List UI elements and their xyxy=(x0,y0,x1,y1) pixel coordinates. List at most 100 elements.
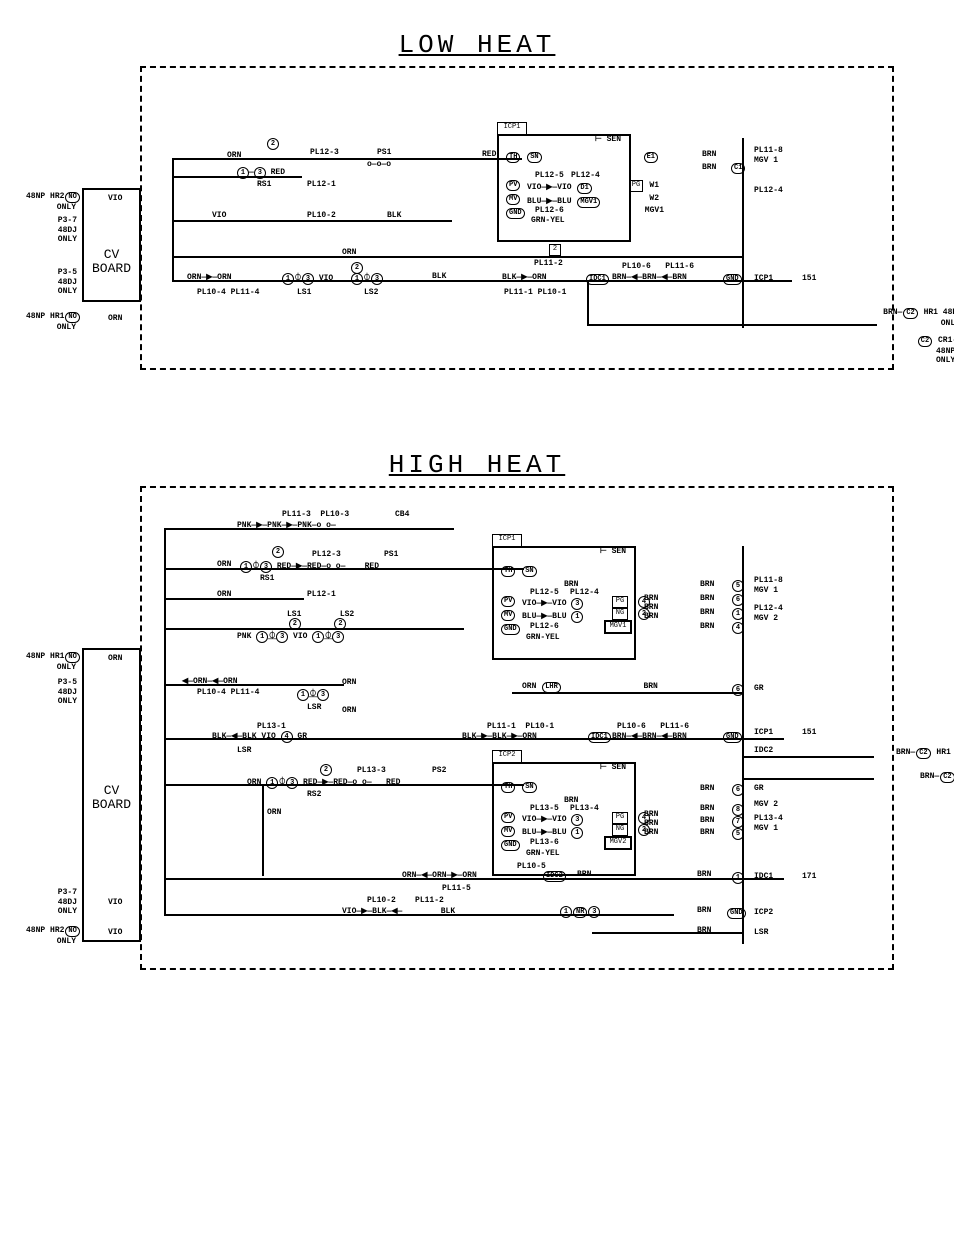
h-orn-bot-chain: ORN—◀—ORN—▶—ORN xyxy=(402,870,477,880)
h-orn-2: ORN xyxy=(217,590,231,599)
pin-hr1: 48NP HR1NO ONLY xyxy=(26,312,76,332)
pin-hr2: 48NP HR2NO ONLY xyxy=(26,192,76,212)
h-pnk-row: PNK—▶—PNK—▶—PNK—o o— xyxy=(237,520,336,530)
h-idc1-node: IDC1 xyxy=(587,732,612,743)
h-m2-pl13-4: PL13-4 xyxy=(570,804,599,813)
h-151: 151 xyxy=(802,728,816,737)
h-r-c1: 1 xyxy=(732,608,744,620)
lbl-pl10-4: PL10-4 PL11-4 xyxy=(197,288,259,297)
h-m2-mgv2: MGV2 xyxy=(604,836,632,850)
c1-term: C1 xyxy=(730,163,746,174)
h-r-brn3: BRN xyxy=(700,608,714,617)
lbl-rs1: 1—3 RED xyxy=(237,167,285,179)
lbl-pl12-1: PL12-1 xyxy=(307,180,336,189)
h-pl12-3: PL12-3 xyxy=(312,550,341,559)
lbl-brn-r2: BRN xyxy=(702,163,716,172)
row-gnd: GND xyxy=(505,208,526,219)
ps1-schematic: o—o—o xyxy=(367,160,391,169)
h-ls-chain: PNK 1⏂3 VIO 1⏂3 xyxy=(237,630,344,643)
h-cb4: CB4 xyxy=(395,510,409,519)
h-ext-hr1: BRN—C2 HR1 48DJ ONLY xyxy=(896,748,954,768)
h-orn-loop2: ORN xyxy=(342,678,356,687)
h-pl13-3: PL13-3 xyxy=(357,766,386,775)
h-r-gr: GR xyxy=(754,784,764,793)
h-ps2: PS2 xyxy=(432,766,446,775)
h-brn-bot2: BRN xyxy=(697,870,711,879)
h-vio-blk-chain: VIO—▶—BLK—◀— BLK xyxy=(342,906,455,916)
h-m2-brn-out: BRNBRNBRN xyxy=(644,810,658,837)
lbl-brn-ext1: BRN—C2 HR1 48DJ ONLY xyxy=(883,308,954,328)
h-nr: 1NR3 xyxy=(560,906,600,918)
h-ps1: PS1 xyxy=(384,550,398,559)
lbl-pl12-4m: PL12-4 xyxy=(571,171,600,180)
h-r-c6: 6 xyxy=(732,594,744,606)
h-orn-loop: ◀—ORN—◀—ORN xyxy=(182,676,238,686)
h-wire-vio-left: VIO xyxy=(108,928,122,937)
ls2-group: 1⏂3 xyxy=(351,272,383,285)
h-pin-48dj-1: 48DJONLY xyxy=(47,688,77,706)
lbl-vio-mid: VIO xyxy=(212,211,226,220)
wire-orn-left: ORN xyxy=(108,314,122,323)
high-heat-schematic-frame: CV BOARD 48NP HR1NO ONLY ORN P3-5 48DJON… xyxy=(140,486,894,970)
h-brn-chain: BRN—◀—BRN—◀—BRN xyxy=(612,731,687,741)
pg-term: PG xyxy=(629,180,643,192)
h-m2-sen: ⊢ SEN xyxy=(600,762,626,772)
lbl-ls1: LS1 xyxy=(297,288,311,297)
lbl-mgv1-r: MGV 1 xyxy=(754,156,778,165)
h-m1-pv: PV xyxy=(500,596,516,607)
h-wire-orn-left: ORN xyxy=(108,654,122,663)
h-pin-hr2: 48NP HR2NO ONLY xyxy=(26,926,76,946)
h-r-mgv2b: MGV 2 xyxy=(754,800,778,809)
lbl-ls2: LS2 xyxy=(364,288,378,297)
lbl-brn-chain: BRN—◀—BRN—◀—BRN xyxy=(612,272,687,282)
row-grnyel: GRN-YEL xyxy=(531,216,565,225)
h-m1-pl12-4: PL12-4 xyxy=(570,588,599,597)
h-r-brn2: BRN xyxy=(700,594,714,603)
h-m1-th: TH SN xyxy=(500,566,538,577)
row-pv: PV xyxy=(505,180,521,191)
h-r-mgv1: MGV 1 xyxy=(754,586,778,595)
h-circ2-rs2: 2 xyxy=(320,764,332,776)
h-lsr-lbl: LSR xyxy=(307,703,321,712)
h-m2-pl13-5: PL13-5 xyxy=(530,804,559,813)
h-r-c5b: 5 xyxy=(732,828,744,840)
h-r-c1b: 1 xyxy=(732,872,744,884)
h-pl10-4: PL10-4 PL11-4 xyxy=(197,688,259,697)
low-heat-schematic-frame: CV BOARD 48NP HR2NO ONLY VIO P3-7 48DJON… xyxy=(140,66,894,370)
h-pl11-3-10-3: PL11-3 PL10-3 xyxy=(282,510,349,519)
h-m2-icp2: ICP2 xyxy=(492,750,522,763)
pin-p3-7: P3-7 xyxy=(47,216,77,225)
h-r-idc1: IDC1 xyxy=(754,872,773,881)
title-high-heat: HIGH HEAT xyxy=(20,450,934,480)
h-r-lsr: LSR xyxy=(754,928,768,937)
h-rs2-chain: ORN 1⏂3 RED—▶—RED—o o— RED xyxy=(247,776,400,789)
lbl-pl10-6: PL10-6 PL11-6 xyxy=(622,262,694,271)
lbl-icp1-r: ICP1 xyxy=(754,274,773,283)
h-blk-orn: BLK—▶—BLK—▶—ORN xyxy=(462,731,537,741)
h-m1-grnyel: GRN-YEL xyxy=(526,633,560,642)
h-r-gnd: GND xyxy=(726,908,747,919)
lbl-w2: W2 xyxy=(649,194,659,203)
h-orn-vert: ORN xyxy=(267,808,281,817)
lbl-brn-r1: BRN xyxy=(702,150,716,159)
h-gr-r: GR xyxy=(754,684,764,693)
lbl-rs1-name: RS1 xyxy=(257,180,271,189)
pin-p3-5: P3-5 xyxy=(47,268,77,277)
h-m1-icp1: ICP1 xyxy=(492,534,522,547)
h-pin-48dj-2: 48DJONLY xyxy=(47,898,77,916)
e1-term: E1 xyxy=(643,152,659,163)
h-m2-mv: MV xyxy=(500,826,516,837)
lbl-pl12-3: PL12-3 xyxy=(310,148,339,157)
lbl-orn-1: ORN xyxy=(227,151,241,160)
cv-board-label-h: CV BOARD xyxy=(92,783,131,812)
h-r-pl11-8: PL11-8 xyxy=(754,576,783,585)
lbl-sen: ⊢ SEN xyxy=(595,134,621,144)
h-m1-mgv1: MGV1 xyxy=(604,620,632,634)
h-idc2-r: IDC2 xyxy=(754,746,773,755)
h-r-c4: 4 xyxy=(732,622,744,634)
h-m1-sen: ⊢ SEN xyxy=(600,546,626,556)
h-m1-gnd: GND xyxy=(500,624,521,635)
h-circ2-rs1: 2 xyxy=(272,546,284,558)
lbl-ps1: PS1 xyxy=(377,148,391,157)
row-th-sn: TH SN xyxy=(505,152,543,163)
